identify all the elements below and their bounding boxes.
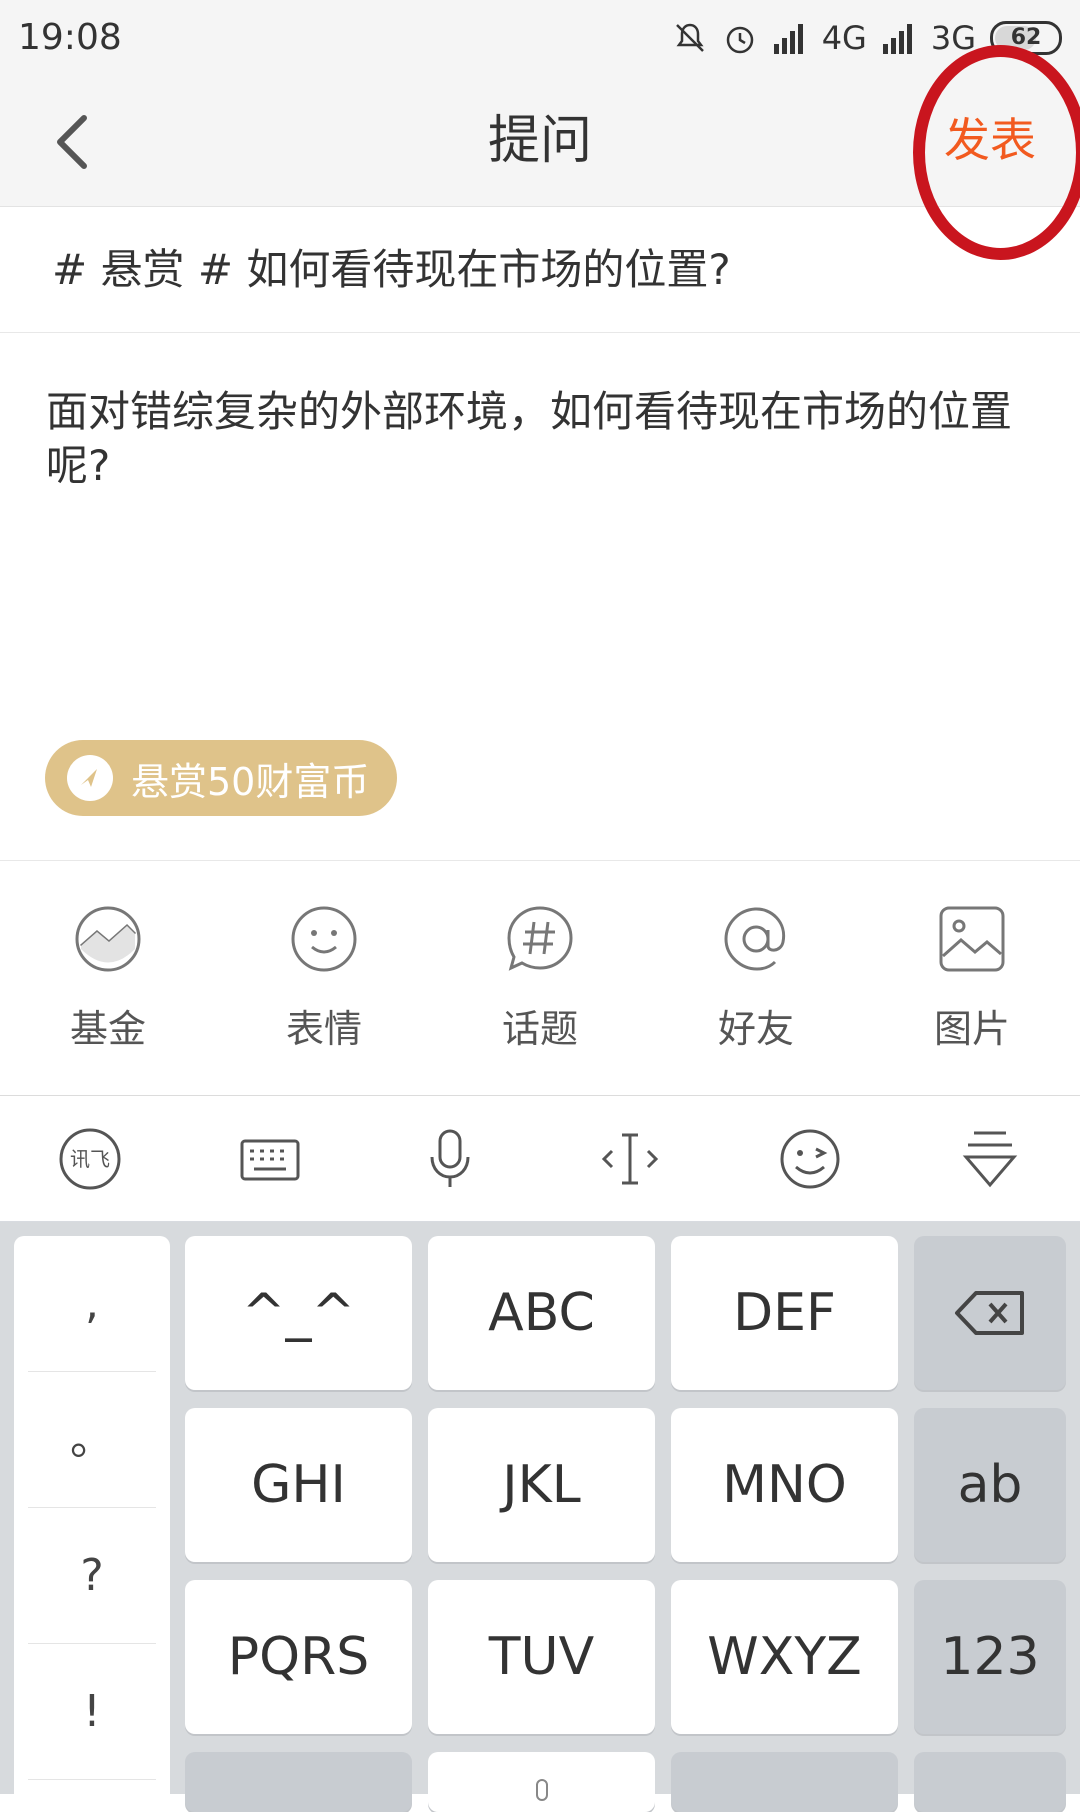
image-icon	[939, 906, 1005, 971]
page-title: 提问	[487, 111, 592, 171]
key-mno[interactable]: MNO	[671, 1408, 898, 1562]
publish-button[interactable]: 发表	[944, 105, 1036, 175]
key-punct[interactable]: ,	[28, 1236, 156, 1372]
microphone-icon[interactable]	[418, 1127, 482, 1191]
cursor-move-icon[interactable]	[598, 1127, 662, 1191]
tool-friend[interactable]: 好友	[676, 904, 836, 1053]
signal-icon	[773, 23, 803, 54]
battery-icon: 62	[990, 20, 1062, 55]
key-abc[interactable]: ABC	[428, 1236, 655, 1390]
tool-label: 好友	[717, 1006, 794, 1051]
chevron-left-icon	[57, 115, 87, 169]
key-lang[interactable]	[671, 1752, 898, 1812]
ifly-logo-icon[interactable]: 讯飞	[58, 1127, 122, 1191]
backspace-icon	[955, 1291, 1024, 1335]
key-wxyz[interactable]: WXYZ	[671, 1580, 898, 1734]
punctuation-column: , 。 ? !	[14, 1236, 170, 1806]
key-punct[interactable]: !	[28, 1644, 156, 1780]
key-tuv[interactable]: TUV	[428, 1580, 655, 1734]
key-emoticon[interactable]: ^_^	[185, 1236, 412, 1390]
key-space[interactable]	[428, 1752, 655, 1812]
key-ghi[interactable]: GHI	[185, 1408, 412, 1562]
question-body-input[interactable]: 面对错综复杂的外部环境，如何看待现在市场的位置呢?	[46, 385, 1026, 493]
key-punct[interactable]: 。	[28, 1372, 156, 1508]
tool-topic[interactable]: 话题	[460, 904, 620, 1053]
coin-icon	[67, 755, 113, 801]
question-title-input[interactable]: # 悬赏 # 如何看待现在市场的位置?	[0, 207, 1080, 333]
status-icons: 4G 3G 62	[672, 19, 1062, 57]
key-ab-switch[interactable]: ab	[914, 1408, 1066, 1562]
tool-label: 话题	[501, 1006, 578, 1051]
network-label-1: 4G	[821, 18, 867, 57]
tool-label: 基金	[69, 1006, 146, 1051]
hide-keyboard-icon[interactable]	[958, 1127, 1022, 1191]
wink-emoji-icon[interactable]	[778, 1127, 842, 1191]
tool-fund[interactable]: 基金	[28, 904, 188, 1053]
smiley-icon	[291, 906, 357, 971]
at-icon	[724, 906, 786, 971]
keyboard-icon[interactable]	[238, 1127, 302, 1191]
tool-label: 表情	[285, 1006, 362, 1051]
nav-bar: 提问 发表	[0, 75, 1080, 207]
signal-icon-2	[882, 23, 912, 54]
battery-level: 62	[1010, 25, 1042, 50]
network-label-2: 3G	[930, 18, 976, 57]
key-123-switch[interactable]: 123	[914, 1580, 1066, 1734]
status-time: 19:08	[18, 17, 122, 58]
key-jkl[interactable]: JKL	[428, 1408, 655, 1562]
tool-label: 图片	[933, 1006, 1010, 1051]
topic-hash-icon	[507, 905, 573, 971]
mute-bell-icon	[675, 23, 704, 52]
tool-emoji[interactable]: 表情	[244, 904, 404, 1053]
key-pqrs[interactable]: PQRS	[185, 1580, 412, 1734]
key-def[interactable]: DEF	[671, 1236, 898, 1390]
fund-chart-icon	[75, 906, 141, 971]
keyboard-toolbar: 讯飞	[0, 1096, 1080, 1222]
svg-text:讯飞: 讯飞	[70, 1147, 110, 1171]
t9-keyboard: , 。 ? ! ^_^ ABC DEF GHI JKL MNO ab PQRS …	[0, 1222, 1080, 1812]
reward-label: 悬赏50财富币	[131, 759, 370, 804]
back-button[interactable]	[42, 107, 102, 177]
key-enter[interactable]	[914, 1752, 1066, 1812]
key-punct[interactable]: ?	[28, 1508, 156, 1644]
status-bar: 19:08 4G 3G 62	[0, 0, 1080, 75]
reward-chip[interactable]: 悬赏50财富币	[45, 740, 398, 816]
backspace-button[interactable]	[914, 1236, 1066, 1390]
alarm-icon	[726, 26, 753, 53]
tool-image[interactable]: 图片	[892, 904, 1052, 1053]
key-symbol[interactable]	[185, 1752, 412, 1812]
compose-toolbar: 基金 表情 话题 好友 图片	[0, 860, 1080, 1096]
mic-small-icon	[535, 1779, 548, 1801]
